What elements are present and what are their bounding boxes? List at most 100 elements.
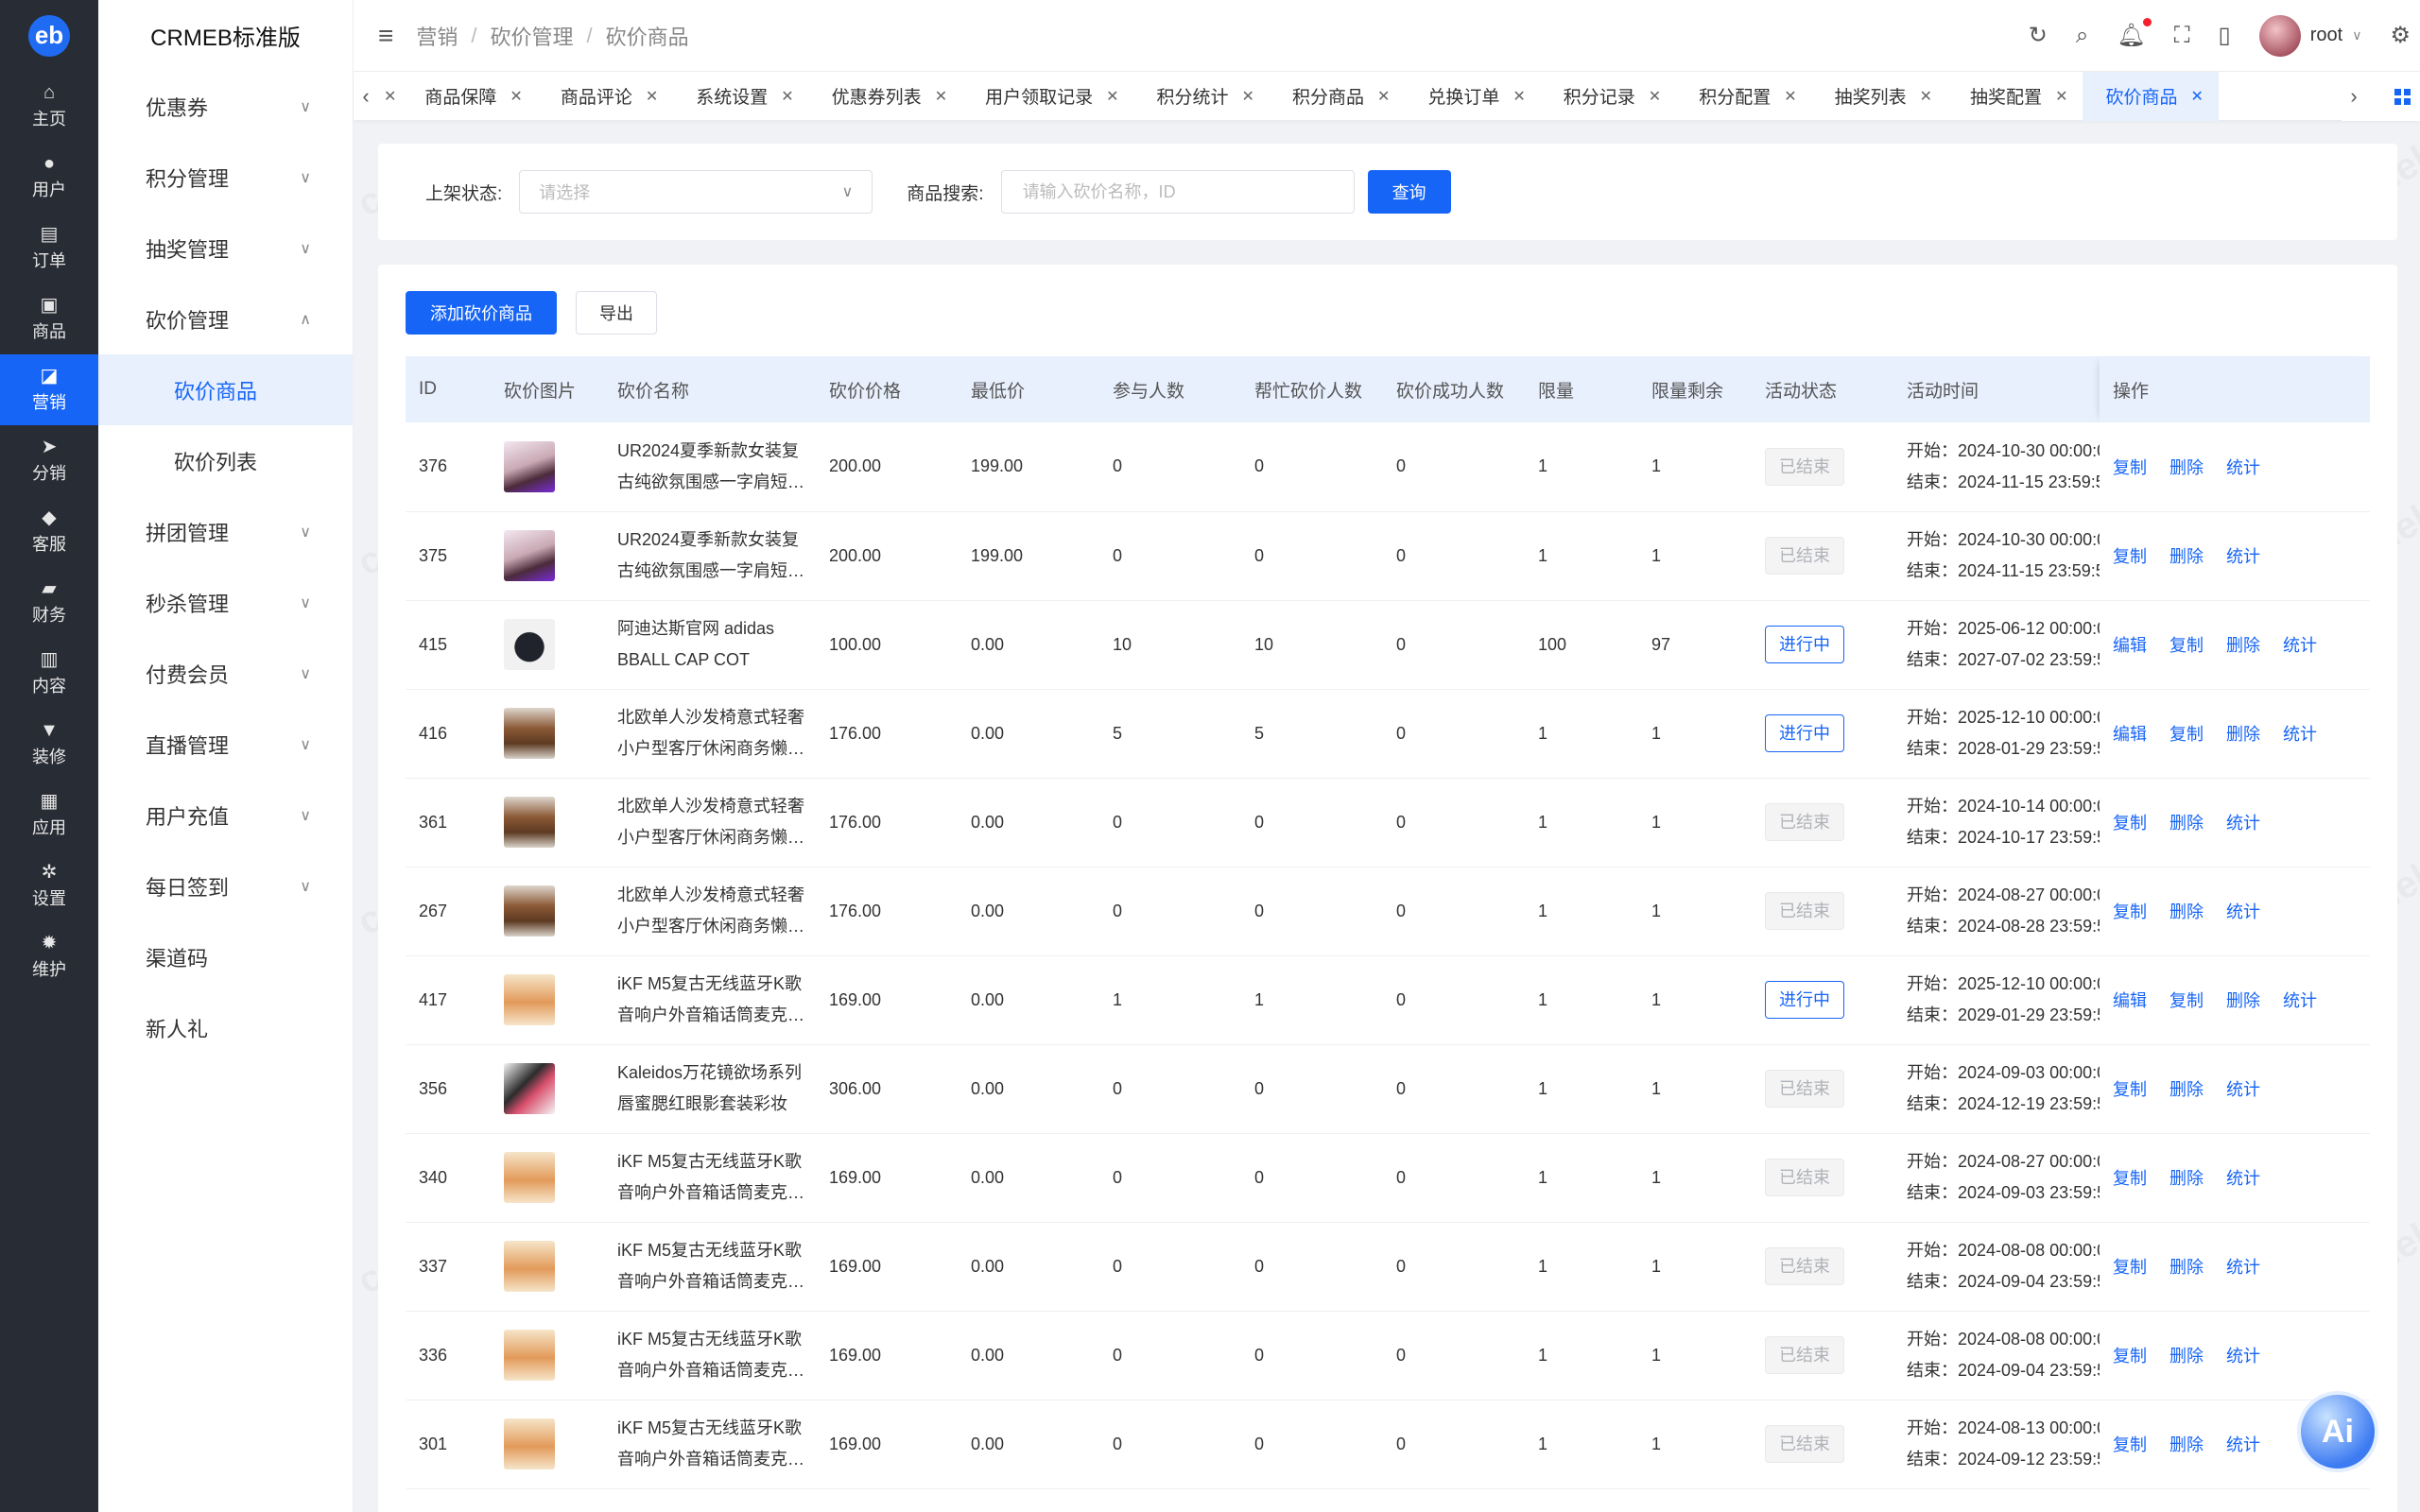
tab-item[interactable]: 积分配置 ✕	[1676, 72, 1811, 121]
op-link[interactable]: 复制	[2113, 1169, 2147, 1188]
close-icon[interactable]: ✕	[935, 87, 947, 106]
op-link[interactable]: 复制	[2113, 1435, 2147, 1454]
menu-item[interactable]: 秒杀管理 ∨	[98, 567, 353, 638]
close-icon[interactable]: ✕	[1920, 87, 1932, 106]
rail-item-settings[interactable]: ✲ 设置	[0, 850, 98, 921]
close-icon[interactable]: ✕	[1242, 87, 1254, 106]
close-icon[interactable]: ✕	[1784, 87, 1796, 106]
close-icon[interactable]: ✕	[1649, 87, 1661, 106]
op-link[interactable]: 复制	[2169, 991, 2204, 1010]
op-link[interactable]: 删除	[2169, 458, 2204, 477]
product-image[interactable]	[504, 885, 555, 936]
op-link[interactable]: 编辑	[2113, 725, 2147, 744]
ai-assistant-button[interactable]: Ai	[2297, 1391, 2378, 1472]
query-button[interactable]: 查询	[1367, 170, 1451, 214]
rail-item-home[interactable]: ⌂ 主页	[0, 71, 98, 142]
tab-close-hidden[interactable]: ✕	[378, 72, 402, 121]
tab-item[interactable]: 系统设置 ✕	[673, 72, 808, 121]
collapse-menu-icon[interactable]: ≡	[378, 21, 393, 51]
close-icon[interactable]: ✕	[1106, 87, 1118, 106]
close-icon[interactable]: ✕	[781, 87, 793, 106]
product-image[interactable]	[504, 1241, 555, 1292]
product-image[interactable]	[504, 530, 555, 581]
rail-item-distribution[interactable]: ➤ 分销	[0, 425, 98, 496]
op-link[interactable]: 统计	[2226, 814, 2260, 833]
product-image[interactable]	[504, 974, 555, 1025]
menu-item[interactable]: 优惠券 ∨	[98, 71, 353, 142]
rail-item-content[interactable]: ▥ 内容	[0, 638, 98, 709]
op-link[interactable]: 编辑	[2113, 991, 2147, 1010]
breadcrumb-item[interactable]: 砍价管理	[490, 21, 573, 51]
op-link[interactable]: 编辑	[2113, 636, 2147, 655]
op-link[interactable]: 复制	[2113, 814, 2147, 833]
notification-icon[interactable]: 🔔︎	[2117, 18, 2152, 49]
op-link[interactable]: 复制	[2169, 725, 2204, 744]
breadcrumb-item[interactable]: 营销	[416, 21, 458, 51]
rail-item-finance[interactable]: ▰ 财务	[0, 567, 98, 638]
app-logo[interactable]: eb	[0, 0, 98, 71]
user-menu[interactable]: root ∨	[2258, 14, 2361, 57]
op-link[interactable]: 统计	[2226, 902, 2260, 921]
product-image[interactable]	[504, 797, 555, 848]
op-link[interactable]: 删除	[2169, 902, 2204, 921]
op-link[interactable]: 统计	[2283, 991, 2317, 1010]
tab-item[interactable]: 抽奖配置 ✕	[1947, 72, 2083, 121]
op-link[interactable]: 删除	[2169, 547, 2204, 566]
close-icon[interactable]: ✕	[384, 87, 396, 106]
menu-item[interactable]: 砍价列表	[98, 425, 353, 496]
tabs-scroll-right-icon[interactable]: ›	[2342, 84, 2366, 109]
rail-item-order[interactable]: ▤ 订单	[0, 213, 98, 284]
op-link[interactable]: 删除	[2169, 1169, 2204, 1188]
op-link[interactable]: 复制	[2113, 1258, 2147, 1277]
op-link[interactable]: 删除	[2169, 1080, 2204, 1099]
status-select[interactable]: 请选择 ∨	[519, 170, 873, 214]
tab-item[interactable]: 兑换订单 ✕	[1405, 72, 1540, 121]
refresh-icon[interactable]: ↻	[2029, 22, 2048, 49]
op-link[interactable]: 删除	[2169, 814, 2204, 833]
op-link[interactable]: 复制	[2113, 1347, 2147, 1366]
menu-item[interactable]: 付费会员 ∨	[98, 638, 353, 709]
product-image[interactable]	[504, 1418, 555, 1469]
menu-item[interactable]: 直播管理 ∨	[98, 709, 353, 780]
tab-item[interactable]: 积分统计 ✕	[1134, 72, 1270, 121]
op-link[interactable]: 统计	[2226, 458, 2260, 477]
rail-item-product[interactable]: ▣ 商品	[0, 284, 98, 354]
op-link[interactable]: 复制	[2113, 458, 2147, 477]
search-input[interactable]	[1000, 170, 1355, 214]
close-icon[interactable]: ✕	[510, 87, 522, 106]
tab-item[interactable]: 积分商品 ✕	[1270, 72, 1405, 121]
op-link[interactable]: 复制	[2169, 636, 2204, 655]
tab-item[interactable]: 积分记录 ✕	[1541, 72, 1676, 121]
export-button[interactable]: 导出	[576, 291, 657, 335]
op-link[interactable]: 删除	[2169, 1258, 2204, 1277]
menu-item[interactable]: 砍价管理 ∧	[98, 284, 353, 354]
rail-item-decorate[interactable]: ▼ 装修	[0, 709, 98, 780]
menu-item[interactable]: 拼团管理 ∨	[98, 496, 353, 567]
op-link[interactable]: 统计	[2226, 1080, 2260, 1099]
close-icon[interactable]: ✕	[1377, 87, 1390, 106]
op-link[interactable]: 删除	[2226, 725, 2260, 744]
rail-item-user[interactable]: ● 用户	[0, 142, 98, 213]
product-image[interactable]	[504, 619, 555, 670]
rail-item-marketing[interactable]: ◪ 营销	[0, 354, 98, 425]
tab-item[interactable]: 优惠券列表 ✕	[809, 72, 962, 121]
op-link[interactable]: 删除	[2169, 1347, 2204, 1366]
rail-item-maintain[interactable]: ✹ 维护	[0, 921, 98, 992]
tab-item[interactable]: 抽奖列表 ✕	[1812, 72, 1947, 121]
product-image[interactable]	[504, 1330, 555, 1381]
op-link[interactable]: 删除	[2169, 1435, 2204, 1454]
search-icon[interactable]: ⌕	[2076, 23, 2088, 49]
menu-item[interactable]: 渠道码	[98, 921, 353, 992]
product-image[interactable]	[504, 1152, 555, 1203]
fullscreen-icon[interactable]: ⛶	[2174, 23, 2190, 49]
close-icon[interactable]: ✕	[2055, 87, 2067, 106]
menu-item[interactable]: 用户充值 ∨	[98, 780, 353, 850]
op-link[interactable]: 统计	[2226, 1169, 2260, 1188]
tab-item[interactable]: 商品保障 ✕	[402, 72, 537, 121]
add-bargain-button[interactable]: 添加砍价商品	[406, 291, 557, 335]
rail-item-service[interactable]: ◆ 客服	[0, 496, 98, 567]
gear-icon[interactable]: ⚙	[2390, 22, 2411, 49]
op-link[interactable]: 复制	[2113, 547, 2147, 566]
tab-item[interactable]: 商品评论 ✕	[538, 72, 673, 121]
op-link[interactable]: 复制	[2113, 1080, 2147, 1099]
